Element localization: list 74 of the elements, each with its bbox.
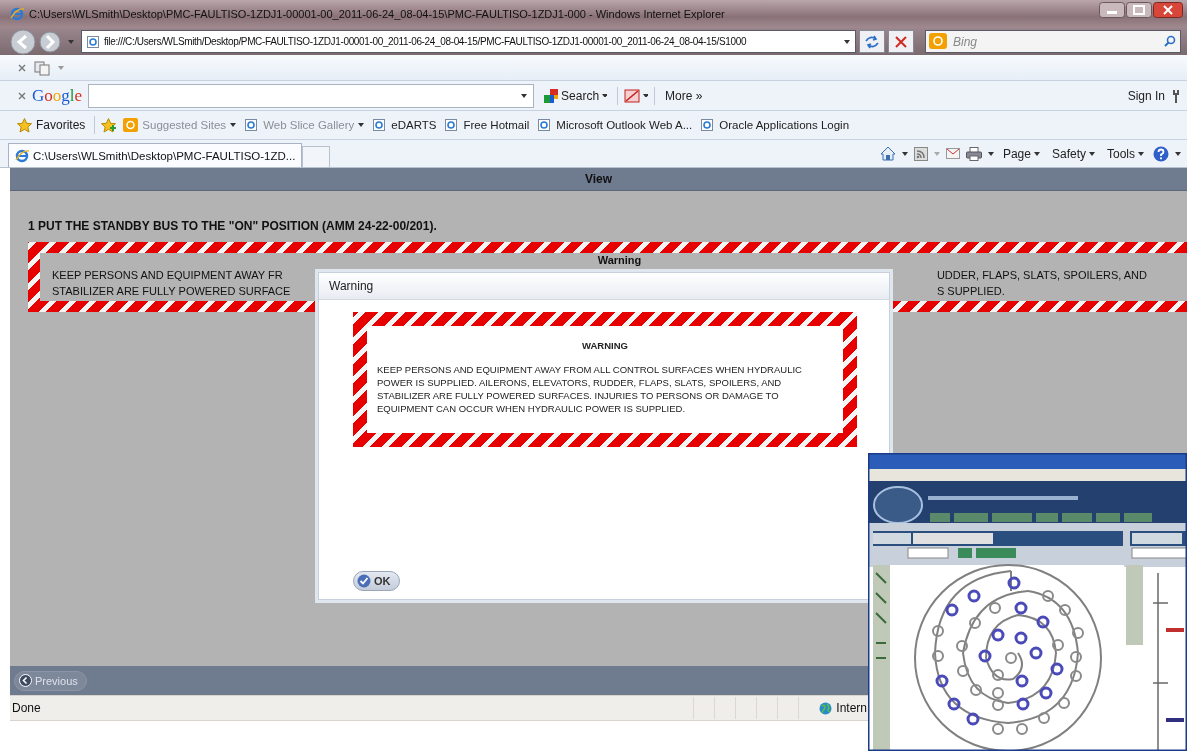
caret-icon — [1138, 151, 1144, 156]
browser-icon — [15, 148, 29, 163]
search-button[interactable]: Search — [540, 86, 612, 105]
more-button[interactable]: More » — [661, 86, 707, 105]
status-text: Done — [11, 701, 41, 715]
caret-icon[interactable] — [844, 39, 850, 44]
warning-text: UDDER, FLAPS, SLATS, SPOILERS, AND — [936, 268, 1147, 283]
caret-icon — [643, 94, 649, 97]
google-search-icon — [544, 88, 559, 103]
page-icon — [86, 34, 100, 49]
security-zone-text: Intern — [836, 701, 867, 715]
stop-icon[interactable] — [895, 35, 907, 48]
dialog-title: Warning — [319, 273, 889, 300]
browser-icon — [10, 7, 24, 21]
google-logo: Google — [32, 85, 83, 106]
search-field[interactable] — [88, 83, 535, 108]
page-icon — [537, 118, 553, 132]
search-icon[interactable] — [1164, 35, 1176, 47]
caret-icon — [602, 94, 608, 97]
feed-icon — [123, 118, 139, 132]
back-icon[interactable] — [10, 28, 36, 55]
forward-icon[interactable] — [39, 30, 61, 53]
close-icon — [18, 91, 26, 100]
caret-icon[interactable] — [1175, 151, 1181, 156]
globe-icon — [819, 701, 833, 715]
step-text: 1 PUT THE STANDBY BUS TO THE "ON" POSITION (AMM 24-22-00/201). — [28, 219, 438, 233]
warning-heading: WARNING — [581, 340, 629, 351]
warning-text: S SUPPLIED. — [936, 284, 1006, 299]
blocked-popup-icon — [624, 88, 641, 103]
menu-button[interactable]: Tools — [1104, 145, 1147, 162]
close-icon — [18, 63, 26, 72]
page-icon — [372, 118, 388, 132]
window-title: C:\Users\WLSmith\Desktop\PMC-FAULTISO-1ZDJ1-00001-00_2011-06-24_08-04-15\PMC-FAULTISO-1ZDJ1-000 - Windows Internet Explorer — [29, 8, 726, 20]
search-field[interactable]: Bing — [925, 30, 1181, 53]
caret-icon[interactable] — [987, 151, 994, 156]
caret-icon[interactable] — [521, 93, 528, 98]
warning-text: KEEP PERSONS AND EQUIPMENT AWAY FR — [52, 268, 284, 283]
maximize-icon[interactable] — [1126, 2, 1152, 18]
checkmark-icon — [357, 574, 371, 588]
star-icon — [17, 117, 32, 133]
caret-icon — [1089, 151, 1095, 156]
close-toolbar-button[interactable] — [18, 91, 26, 100]
close-toolbar-button[interactable] — [18, 63, 26, 72]
feed-icon[interactable] — [913, 146, 928, 161]
favorite-link[interactable]: eDARTS — [372, 118, 437, 132]
page-icon — [244, 118, 260, 132]
menu-button[interactable]: Safety — [1048, 145, 1098, 162]
menu-button[interactable]: Page — [999, 145, 1043, 162]
mail-icon[interactable] — [945, 148, 960, 159]
help-icon[interactable] — [1153, 145, 1169, 162]
caret-icon — [1033, 151, 1040, 156]
address-field[interactable]: file:///C:/Users/WLSmith/Desktop/PMC-FAULTISO-1ZDJ1-00001-00_2011-06-24_08-04-15/PMC-FAULTISO-1ZDJ1-00001-00_2011-06-24_08-04-15/S1000 — [81, 30, 856, 53]
refresh-icon[interactable] — [864, 34, 880, 49]
printer-icon[interactable] — [965, 146, 982, 161]
popup-blocker-button[interactable] — [617, 86, 656, 105]
sign-in-link[interactable]: Sign In — [1127, 88, 1165, 103]
warning-title: Warning — [596, 254, 643, 266]
close-icon[interactable] — [1153, 2, 1183, 18]
ok-button[interactable]: OK — [353, 571, 400, 591]
warning-text: KEEP PERSONS AND EQUIPMENT AWAY FROM ALL CONTROL SURFACES WHEN HYDRAULIC POWER IS SUPPLIED. AILERONS, ELEVATORS, RUDDER, FLAPS, SLATS, SPOILERS, AND STABILIZER ARE FULLY POWERED SURFACES. INJURIES TO PERSONS OR DAMAGE TO EQUIPMENT CAN OCCUR WHEN HYDRAULIC POWER IS SUPPLIED. — [377, 363, 803, 415]
page-icon — [700, 118, 716, 132]
favorite-link[interactable]: Oracle Applications Login — [700, 118, 850, 132]
warning-text: STABILIZER ARE FULLY POWERED SURFACE — [52, 284, 291, 299]
browser-tab[interactable]: C:\Users\WLSmith\Desktop\PMC-FAULTISO-1ZD... — [8, 143, 303, 167]
add-favorites-icon[interactable] — [101, 117, 118, 133]
favorites-button[interactable]: Favorites — [14, 115, 89, 135]
favorite-link[interactable]: Free Hotmail — [444, 118, 530, 132]
page-icon — [444, 118, 460, 132]
favorite-link[interactable]: Microsoft Outlook Web A... — [537, 118, 693, 132]
caret-icon[interactable] — [901, 151, 908, 156]
page-header: View — [10, 168, 1187, 191]
minimize-icon[interactable] — [1099, 2, 1125, 18]
convert-icon[interactable] — [34, 59, 50, 76]
home-icon[interactable] — [879, 146, 896, 161]
